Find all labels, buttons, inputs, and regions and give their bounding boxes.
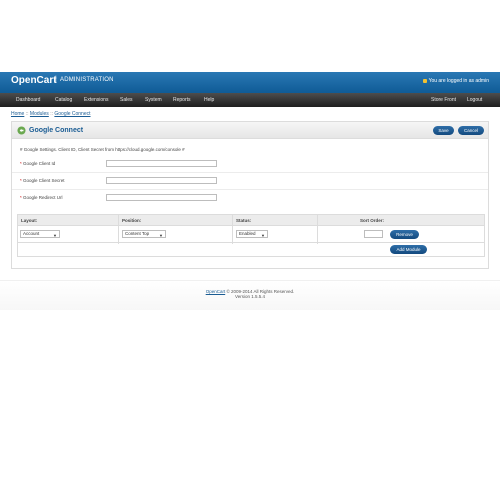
module-panel: Google Connect Save Cancel # Google Sett…: [11, 121, 489, 269]
menu-dashboard[interactable]: Dashboard: [16, 97, 40, 103]
header-sort-order: Sort Order:: [360, 218, 385, 223]
client-id-label: * Google Client Id: [20, 161, 56, 166]
breadcrumb-current[interactable]: Google Connect: [54, 111, 90, 117]
sort-order-input[interactable]: [364, 230, 383, 238]
breadcrumb-home[interactable]: Home: [11, 111, 24, 117]
header-status: Status:: [236, 218, 252, 223]
administration-label: ADMINISTRATION: [60, 77, 114, 83]
menu-system[interactable]: System: [145, 97, 162, 103]
settings-note: # Google Settings. Client ID, Client Sec…: [20, 147, 185, 152]
menu-logout[interactable]: Logout: [467, 97, 482, 103]
chevron-down-icon: ▼: [53, 233, 57, 238]
header-layout: Layout:: [21, 218, 38, 223]
column-divider: [232, 215, 233, 244]
layout-value: Account: [23, 231, 40, 236]
breadcrumb-modules[interactable]: Modules: [30, 111, 49, 117]
header-position: Position:: [122, 218, 142, 223]
menu-help[interactable]: Help: [204, 97, 214, 103]
position-value: Content Top: [125, 231, 150, 236]
client-id-input[interactable]: [106, 160, 217, 167]
add-module-button[interactable]: Add Module: [390, 245, 427, 254]
chevron-down-icon: ▼: [261, 233, 265, 238]
logged-in-text: You are logged in as admin: [428, 78, 489, 84]
module-table: Layout: Position: Status: Sort Order: Ac…: [17, 214, 485, 257]
opencart-logo[interactable]: OpenCart: [11, 75, 57, 86]
footer-opencart-link[interactable]: OpenCart: [206, 289, 226, 294]
menu-reports[interactable]: Reports: [173, 97, 191, 103]
main-menu: Dashboard Catalog Extensions Sales Syste…: [0, 93, 500, 107]
layout-select[interactable]: Account ▼: [20, 230, 60, 238]
status-select[interactable]: Enabled ▼: [236, 230, 268, 238]
lock-icon: [422, 79, 427, 83]
client-secret-label: * Google Client Secret: [20, 178, 65, 183]
redirect-url-input[interactable]: [106, 194, 217, 201]
menu-catalog[interactable]: Catalog: [55, 97, 72, 103]
logged-in-status: You are logged in as admin: [422, 78, 489, 84]
breadcrumb: Home :: Modules :: Google Connect: [11, 111, 91, 117]
column-divider: [317, 215, 318, 244]
divider: [12, 189, 488, 190]
admin-header: OpenCart | ADMINISTRATION You are logged…: [0, 72, 500, 93]
save-button[interactable]: Save: [433, 126, 454, 135]
cancel-button[interactable]: Cancel: [458, 126, 484, 135]
redirect-url-label: * Google Redirect Url: [20, 195, 63, 200]
footer-version: Version 1.5.5.4: [234, 294, 266, 299]
logo-separator: |: [55, 76, 57, 83]
chevron-down-icon: ▼: [159, 233, 163, 238]
panel-heading: Google Connect Save Cancel: [12, 122, 488, 139]
position-select[interactable]: Content Top ▼: [122, 230, 166, 238]
module-icon: [17, 126, 26, 135]
footer: OpenCart © 2009-2014 All Rights Reserved…: [0, 289, 500, 299]
menu-sales[interactable]: Sales: [120, 97, 133, 103]
status-value: Enabled: [239, 231, 256, 236]
remove-button[interactable]: Remove: [390, 230, 419, 239]
page-title: Google Connect: [29, 127, 84, 134]
top-blank-band: [0, 0, 500, 72]
divider: [12, 172, 488, 173]
table-header: Layout: Position: Status: Sort Order:: [18, 215, 484, 226]
row-divider: [18, 242, 484, 243]
client-secret-input[interactable]: [106, 177, 217, 184]
menu-extensions[interactable]: Extensions: [84, 97, 108, 103]
column-divider: [118, 215, 119, 244]
menu-store-front[interactable]: Store Front: [431, 97, 456, 103]
